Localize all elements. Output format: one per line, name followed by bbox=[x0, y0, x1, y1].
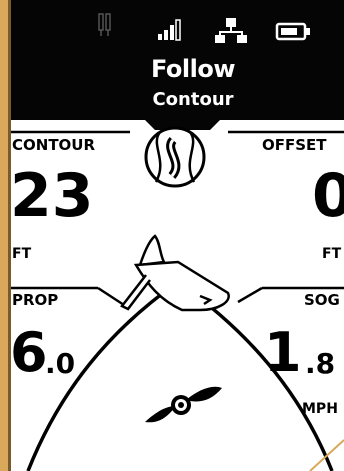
prop-divider-slant bbox=[97, 286, 125, 307]
sog-divider-slant bbox=[237, 286, 263, 304]
sog-label: SOG bbox=[304, 291, 340, 309]
sog-unit: MPH bbox=[302, 401, 338, 417]
motor-direction-icon bbox=[120, 234, 230, 312]
offset-unit: FT bbox=[322, 246, 342, 262]
gauge-graphics bbox=[11, 118, 344, 471]
sog-value-minor: .8 bbox=[305, 347, 336, 380]
prop-value-minor: .0 bbox=[45, 347, 76, 380]
contour-map-icon[interactable] bbox=[144, 126, 206, 188]
offset-value[interactable]: 0 bbox=[312, 166, 344, 226]
trolling-motor-screen: Follow Contour CONTOUR 23 FT OFFSET 0 FT… bbox=[0, 0, 344, 471]
prop-value-major[interactable]: 6 bbox=[10, 326, 48, 380]
contour-label: CONTOUR bbox=[12, 136, 96, 154]
offset-label: OFFSET bbox=[262, 136, 327, 154]
contour-unit: FT bbox=[12, 246, 32, 262]
prop-label: PROP bbox=[12, 291, 59, 309]
contour-value[interactable]: 23 bbox=[10, 166, 94, 226]
sog-value-major[interactable]: 1 bbox=[264, 326, 302, 380]
